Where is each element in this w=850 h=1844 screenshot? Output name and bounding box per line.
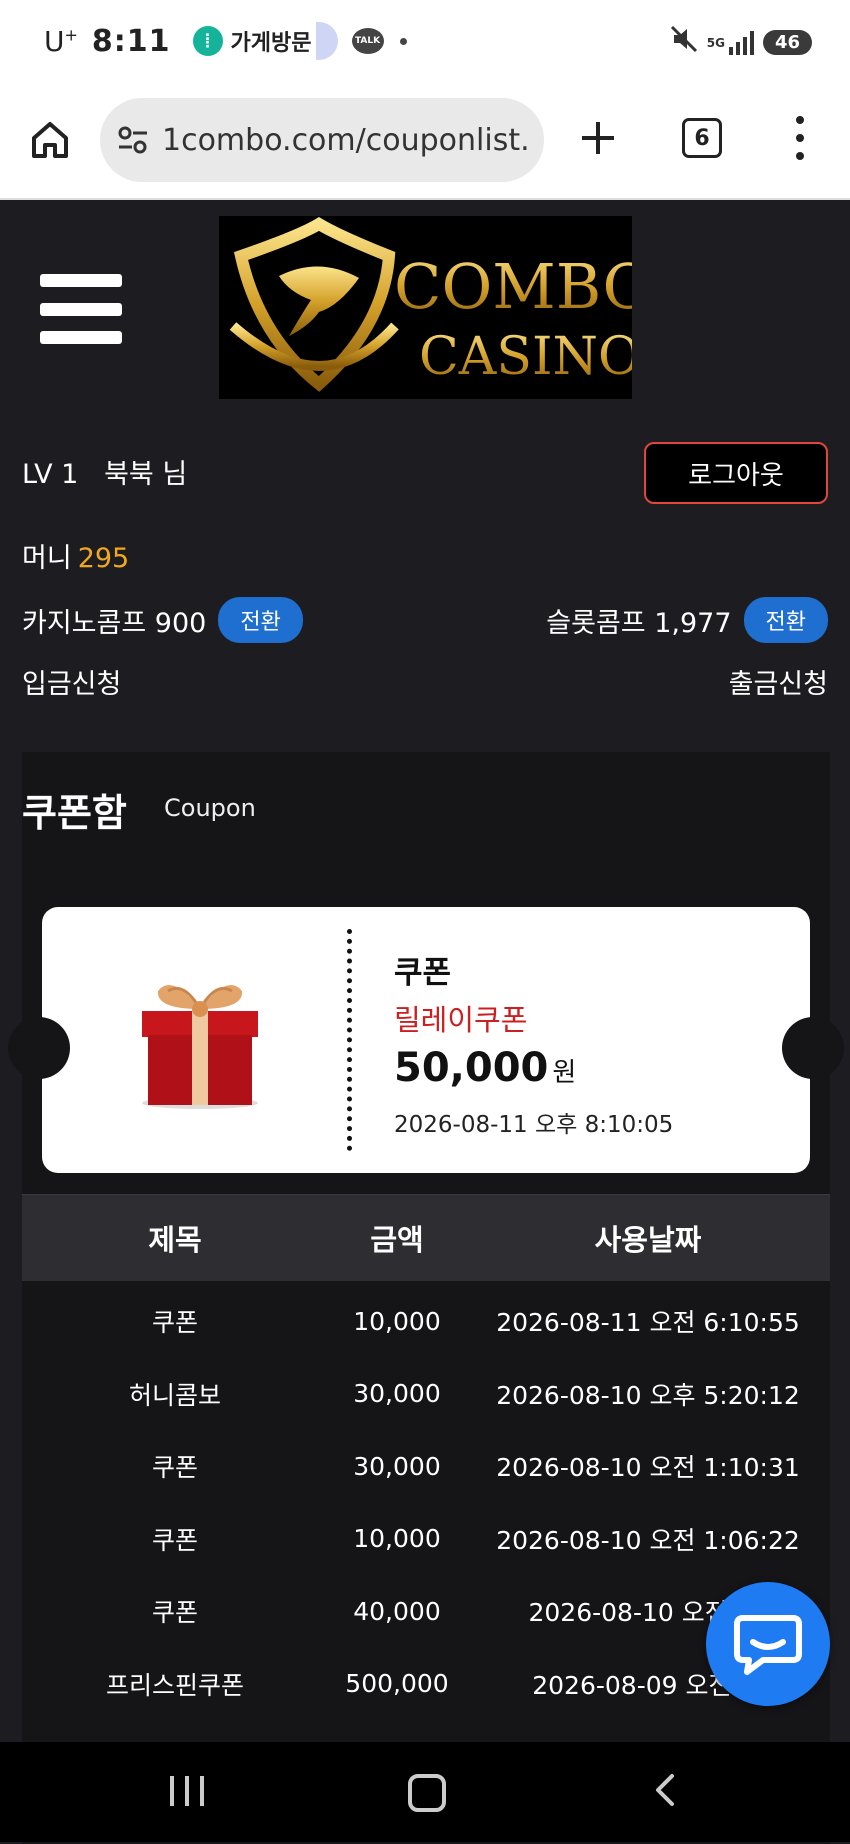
user-level: LV 1 (22, 459, 79, 490)
notification-tail (315, 22, 338, 60)
site-settings-icon[interactable] (116, 123, 150, 157)
logo-text-casino: CASINO (419, 327, 632, 387)
battery-indicator: 46 (762, 30, 812, 55)
more-menu-icon[interactable] (790, 116, 810, 160)
signal-icon (728, 30, 757, 55)
recent-apps-icon[interactable] (170, 1776, 204, 1806)
more-notifications-dot (399, 37, 407, 45)
browser-toolbar: 1combo.com/couponlist. 6 (0, 88, 850, 200)
logo-text-combo: COMBO (394, 250, 632, 323)
cell-title: 쿠폰 (151, 1308, 198, 1338)
cell-title: 쿠폰 (151, 1525, 198, 1555)
notification-app: ⦙ 가게방문 (192, 22, 338, 60)
site-header: COMBO CASINO (0, 200, 850, 410)
store-visit-icon: ⦙ (192, 26, 223, 56)
cell-title: 쿠폰 (151, 1598, 198, 1628)
ticket-divider (347, 929, 352, 1151)
back-icon[interactable] (650, 1772, 680, 1808)
combo-casino-logo[interactable]: COMBO CASINO (219, 216, 653, 399)
ticket-date: 2026-08-11 오후 8:10:05 (394, 1112, 674, 1138)
tab-switcher-button[interactable]: 6 (682, 118, 722, 158)
cell-date: 2026-08-10 오전 1:06:22 (496, 1525, 800, 1555)
hamburger-menu-icon[interactable] (40, 274, 122, 344)
coupon-ticket[interactable]: 쿠폰 릴레이쿠폰 50,000 원 2026-08-11 오후 8:10:05 (8, 907, 844, 1173)
cell-amount: 10,000 (353, 1306, 441, 1336)
ticket-type: 릴레이쿠폰 (394, 1003, 528, 1037)
ticket-amount-value: 50,000 (394, 1045, 549, 1091)
cell-amount: 500,000 (345, 1669, 449, 1699)
cell-amount: 10,000 (353, 1524, 441, 1554)
money-balance: 머니 295 (22, 536, 129, 575)
slot-comp-convert-button[interactable]: 전환 (743, 597, 828, 643)
new-tab-icon[interactable] (576, 116, 620, 160)
withdraw-request-link[interactable]: 출금신청 (729, 662, 828, 701)
clock: 8:11 (91, 23, 171, 59)
coupon-title: 쿠폰함 (22, 791, 127, 835)
cell-date: 2026-08-11 오전 6:10:55 (496, 1308, 800, 1338)
coupon-section: 쿠폰함 Coupon 쿠폰 릴레이쿠폰 50,000 원 2026-08-11 오… (8, 752, 844, 1844)
table-row: 쿠폰 10,000 2026-08-10 오전 1:06:22 (22, 1503, 830, 1576)
cell-date: 2026-08-10 오후 5:20:12 (496, 1380, 800, 1410)
casino-comp-convert-button[interactable]: 전환 (218, 597, 303, 643)
cell-title: 프리스핀쿠폰 (105, 1670, 244, 1700)
live-chat-button[interactable] (706, 1582, 830, 1706)
money-value: 295 (77, 543, 130, 574)
cell-amount: 30,000 (353, 1451, 441, 1481)
table-header: 제목 금액 사용날짜 (22, 1194, 830, 1281)
cell-amount: 40,000 (353, 1596, 441, 1626)
user-level-name: LV 1 북북 님 (22, 452, 187, 491)
network-type: 5G (706, 35, 725, 50)
slot-comp: 슬롯콤프 1,977 전환 (546, 597, 828, 643)
column-header-date: 사용날짜 (594, 1223, 702, 1257)
logout-button[interactable]: 로그아웃 (644, 442, 828, 504)
ticket-amount: 50,000 원 (394, 1045, 576, 1091)
status-bar: U+ 8:11 ⦙ 가게방문 TALK 5G 46 (0, 0, 850, 88)
gift-box-icon (142, 985, 258, 1109)
column-header-title: 제목 (148, 1223, 202, 1257)
column-header-amount: 금액 (370, 1223, 424, 1257)
url-text[interactable]: 1combo.com/couponlist. (162, 123, 530, 158)
deposit-request-link[interactable]: 입금신청 (22, 662, 121, 701)
table-row: 허니콤보 30,000 2026-08-10 오후 5:20:12 (22, 1358, 830, 1431)
cell-title: 쿠폰 (151, 1453, 198, 1483)
cell-date: 2026-08-10 오전 1:10:31 (496, 1453, 800, 1483)
ticket-name: 쿠폰 (394, 955, 452, 991)
ticket-notch-right (782, 1017, 844, 1079)
ticket-amount-unit: 원 (552, 1058, 577, 1088)
slot-comp-label: 슬롯콤프 1,977 (546, 607, 732, 639)
mute-icon (669, 24, 699, 61)
notification-app-label: 가게방문 (230, 31, 312, 56)
carrier-label: U+ (44, 24, 78, 58)
home-icon[interactable] (28, 118, 72, 162)
table-row: 쿠폰 30,000 2026-08-10 오전 1:10:31 (22, 1430, 830, 1503)
address-bar[interactable]: 1combo.com/couponlist. (100, 98, 544, 182)
casino-comp: 카지노콤프 900 전환 (22, 597, 303, 643)
chat-bubble-icon (734, 1615, 802, 1675)
cell-amount: 30,000 (353, 1379, 441, 1409)
system-nav-bar (0, 1742, 850, 1842)
cell-title: 허니콤보 (128, 1380, 221, 1410)
casino-comp-label: 카지노콤프 900 (22, 607, 207, 639)
money-label: 머니 (22, 543, 72, 574)
home-button-icon[interactable] (408, 1774, 446, 1812)
user-name: 북북 님 (104, 459, 188, 490)
coupon-subtitle: Coupon (164, 794, 256, 822)
ticket-notch-left (8, 1017, 70, 1079)
talk-icon: TALK (351, 28, 384, 54)
table-row: 쿠폰 10,000 2026-08-11 오전 6:10:55 (22, 1285, 830, 1358)
